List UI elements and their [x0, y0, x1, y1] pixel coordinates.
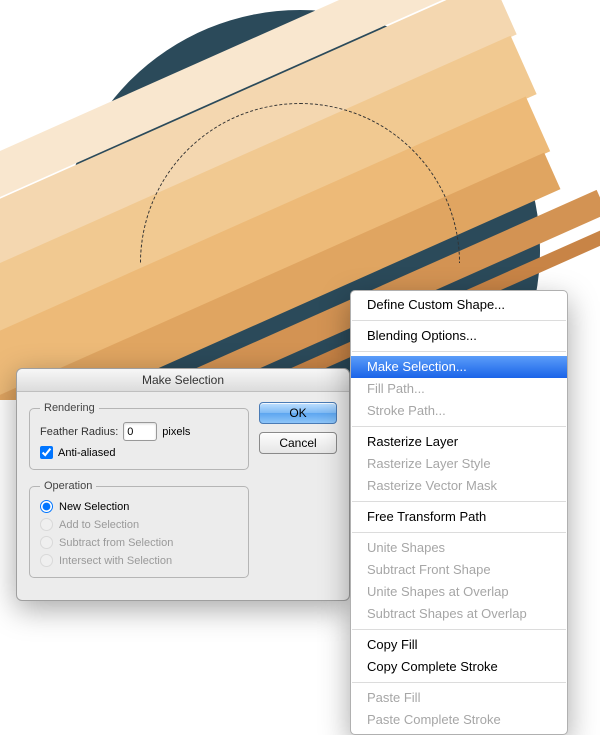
op-int-label: Intersect with Selection — [59, 555, 172, 567]
operation-legend: Operation — [40, 480, 96, 492]
menu-item: Subtract Front Shape — [351, 559, 567, 581]
op-new-radio[interactable] — [40, 500, 53, 513]
context-menu: Define Custom Shape... Blending Options..… — [350, 290, 568, 735]
menu-separator — [352, 501, 566, 502]
menu-item[interactable]: Define Custom Shape... — [351, 294, 567, 316]
cancel-button[interactable]: Cancel — [259, 432, 337, 454]
feather-radius-input[interactable] — [123, 422, 157, 441]
dialog-title: Make Selection — [17, 369, 349, 392]
op-sub-radio — [40, 536, 53, 549]
menu-separator — [352, 532, 566, 533]
op-sub-label: Subtract from Selection — [59, 537, 173, 549]
operation-group: Operation New Selection Add to Selection… — [29, 480, 249, 578]
anti-aliased-label: Anti-aliased — [58, 447, 115, 459]
menu-separator — [352, 320, 566, 321]
menu-separator — [352, 426, 566, 427]
menu-item: Paste Complete Stroke — [351, 709, 567, 731]
op-add-label: Add to Selection — [59, 519, 139, 531]
make-selection-dialog: Make Selection Rendering Feather Radius:… — [16, 368, 350, 601]
rendering-group: Rendering Feather Radius: pixels Anti-al… — [29, 402, 249, 470]
menu-item[interactable]: Copy Fill — [351, 634, 567, 656]
menu-item[interactable]: Free Transform Path — [351, 506, 567, 528]
op-int-radio — [40, 554, 53, 567]
menu-item[interactable]: Rasterize Layer — [351, 431, 567, 453]
menu-item[interactable]: Copy Complete Stroke — [351, 656, 567, 678]
feather-unit: pixels — [162, 426, 190, 438]
menu-item: Stroke Path... — [351, 400, 567, 422]
menu-item: Subtract Shapes at Overlap — [351, 603, 567, 625]
op-add-radio — [40, 518, 53, 531]
menu-separator — [352, 351, 566, 352]
feather-label: Feather Radius: — [40, 426, 118, 438]
menu-item[interactable]: Make Selection... — [351, 356, 567, 378]
op-new-label: New Selection — [59, 501, 129, 513]
menu-item: Rasterize Vector Mask — [351, 475, 567, 497]
anti-aliased-checkbox[interactable] — [40, 446, 53, 459]
rendering-legend: Rendering — [40, 402, 99, 414]
ok-button[interactable]: OK — [259, 402, 337, 424]
menu-item: Fill Path... — [351, 378, 567, 400]
menu-item: Paste Fill — [351, 687, 567, 709]
menu-separator — [352, 629, 566, 630]
menu-item: Rasterize Layer Style — [351, 453, 567, 475]
menu-separator — [352, 682, 566, 683]
menu-item: Unite Shapes — [351, 537, 567, 559]
menu-item: Unite Shapes at Overlap — [351, 581, 567, 603]
menu-item[interactable]: Blending Options... — [351, 325, 567, 347]
